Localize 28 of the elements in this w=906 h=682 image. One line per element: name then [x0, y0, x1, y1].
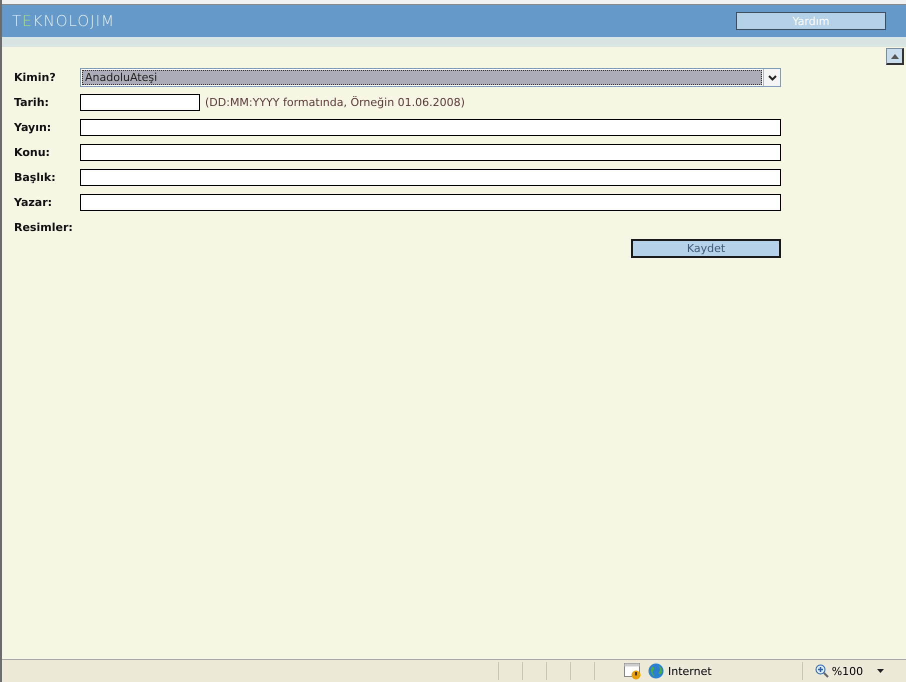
text-field[interactable] — [80, 169, 781, 186]
field-label: Kimin? — [14, 71, 57, 84]
text-field[interactable] — [80, 194, 781, 211]
field-label: Yayın: — [14, 121, 52, 134]
date-format-hint: (DD:MM:YYYY formatında, Örneğin 01.06.2008) — [205, 96, 465, 109]
up-triangle-icon — [890, 54, 898, 58]
zoom-in-icon — [814, 664, 829, 678]
dropdown-value: AnadoluAteşi — [82, 70, 762, 85]
field-label: Konu: — [14, 146, 51, 159]
logo: TE KNOLOJIM — [12, 12, 115, 30]
zoom-level: %100 — [832, 664, 864, 678]
zoom-control[interactable]: %100 — [814, 664, 864, 678]
page-warning-icon — [624, 662, 642, 680]
text-field[interactable] — [80, 119, 781, 136]
dropdown-arrow-icon[interactable] — [877, 669, 884, 673]
field-label: Tarih: — [14, 96, 50, 109]
dropdown-field[interactable]: AnadoluAteşi — [80, 68, 781, 87]
save-button[interactable]: Kaydet — [631, 239, 781, 258]
chevron-down-icon — [768, 74, 776, 80]
security-zone-text: Internet — [668, 664, 712, 678]
date-field[interactable] — [80, 94, 200, 111]
dropdown-button[interactable] — [763, 69, 780, 86]
scroll-up-button[interactable] — [886, 48, 904, 65]
field-label: Yazar: — [14, 196, 54, 209]
field-label: Başlık: — [14, 171, 57, 184]
text-field[interactable] — [80, 144, 781, 161]
globe-icon — [648, 663, 664, 679]
field-label: Resimler: — [14, 221, 74, 234]
